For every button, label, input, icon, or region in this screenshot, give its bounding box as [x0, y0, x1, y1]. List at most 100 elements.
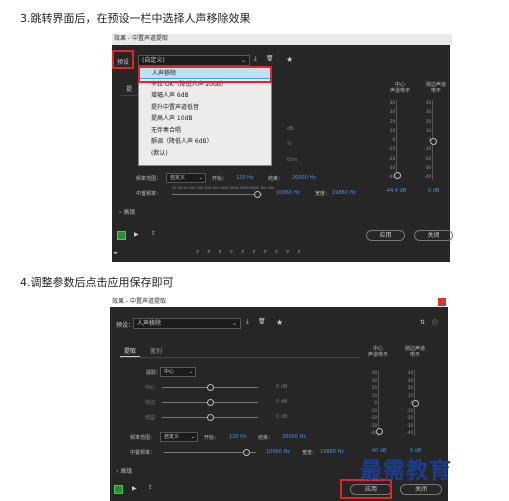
play-icon[interactable]: ▶ [134, 231, 139, 238]
zoom-controls[interactable]: ⌕ ⌕ ⌕ ⌕ ⌕ ⌕ ⌕ ⌕ ⌕ ⌕ [196, 248, 304, 256]
dialog1-center-freq-slider[interactable] [172, 194, 262, 195]
meter-tick-label: 20 [407, 385, 413, 390]
dialog1-start-value[interactable]: 120 Hz [236, 175, 254, 181]
dialog2-center-meter-handle[interactable] [376, 428, 383, 435]
dialog1-center-meter[interactable]: 40 30 20 10 0 -10 -20 -30 -40 [388, 100, 398, 180]
dialog2-extract-dropdown[interactable]: 中心 ⌄ [160, 367, 196, 377]
dialog2-freq-range-value: 自定义 [164, 434, 180, 440]
trash-icon[interactable]: 🗑 [258, 318, 266, 325]
dialog1-side-db: 0 dB [428, 188, 440, 194]
dialog2-row1-handle[interactable] [207, 384, 214, 391]
chevron-down-icon: ⌄ [188, 369, 193, 375]
dialog1-freq-range-value: 自定义 [170, 175, 186, 181]
meter-tick-label: -20 [370, 415, 377, 420]
star-icon[interactable]: ★ [276, 318, 283, 327]
menu-item-boost-center-bass[interactable]: 提升中置声道低音 [139, 102, 271, 114]
meter-tick-label: -40 [406, 430, 413, 435]
meter-tick-label: 30 [425, 109, 431, 115]
export-icon[interactable]: ⇪ [151, 230, 156, 237]
dialog1-center-db: -44.4 dB [385, 188, 407, 194]
dialog2-side-meter-label: 侧边声道 电平 [404, 346, 425, 358]
dialog2-tab-extract[interactable]: 提取 [124, 346, 136, 355]
download-icon[interactable]: ⤓ [254, 55, 257, 63]
dialog2-side-meter-handle[interactable] [412, 400, 419, 407]
power-icon[interactable] [114, 485, 123, 494]
power-icon[interactable] [117, 231, 126, 240]
dialog2-preset-dropdown[interactable]: 人声移除 ⌄ [133, 318, 241, 329]
dialog1-title: 效果 - 中置声道提取 [114, 35, 168, 42]
dialog1-freq-range-label: 频率范围： [136, 176, 162, 182]
chevron-down-icon: ⌄ [240, 57, 246, 64]
dialog2-start-value[interactable]: 120 Hz [229, 434, 247, 440]
chevron-down-icon: ⌄ [231, 320, 237, 327]
meter-tick-label: 40 [425, 100, 431, 105]
meter-tick-label: 0 [392, 137, 395, 142]
menu-item-boost-vocal-10db[interactable]: 提高人声 10dB [139, 113, 271, 125]
dialog1-tab-underline [120, 95, 140, 96]
dialog2-center-freq-value[interactable]: 10060 Hz [266, 449, 290, 455]
menu-item-boost-vocal-6db[interactable]: 增幅人声 6dB [139, 90, 271, 102]
dialog1-width-label: 宽度： [315, 191, 331, 197]
dialog2-row2-handle[interactable] [207, 399, 214, 406]
settings-icon[interactable]: ⇅ [420, 319, 425, 326]
meter-tick-label: -20 [424, 155, 431, 161]
meter-tick-label: -10 [424, 146, 431, 152]
dialog2-center-freq-handle[interactable] [243, 449, 250, 456]
trash-icon[interactable]: 🗑 [266, 55, 274, 62]
download-icon[interactable]: ⤓ [246, 318, 249, 326]
loop-icon[interactable]: ◂▸ [113, 250, 118, 256]
star-icon[interactable]: ★ [286, 55, 293, 64]
dialog2-close-button[interactable]: 关闭 [400, 484, 442, 495]
dialog1-preset-dropdown[interactable]: (自定义) ⌄ [138, 55, 250, 66]
info-icon[interactable]: ⓘ [432, 318, 438, 327]
export-icon[interactable]: ⇪ [148, 484, 153, 491]
dialog2-preset-value: 人声移除 [137, 320, 162, 327]
dialog1-freq-ticks: 20 30 50 100 200 300 500 1000 2000 3000 … [172, 186, 275, 190]
dialog1-center-freq-value[interactable]: 10060 Hz [276, 190, 300, 196]
chevron-down-icon: ⌄ [198, 175, 203, 181]
meter-tick-label: -10 [406, 407, 413, 413]
meter-tick-label: 20 [389, 118, 395, 124]
dialog1-center-freq-label: 中置频率： [136, 191, 162, 197]
dialog1-center-meter-handle[interactable] [394, 172, 401, 179]
meter-tick-label: 10 [407, 392, 413, 398]
step4-heading: 4.调整参数后点击应用保存即可 [20, 276, 174, 289]
meter-tick-label: -10 [370, 407, 377, 413]
dialog2-title: 效果 - 中置声道提取 [112, 298, 166, 305]
dialog1-freq-range-dropdown[interactable]: 自定义 ⌄ [166, 173, 206, 183]
close-icon[interactable] [438, 298, 446, 306]
meter-tick-label: 40 [407, 370, 413, 375]
dialog1-close-button[interactable]: 关闭 [414, 230, 453, 241]
dialog2-tab-discrimination[interactable]: 鉴别 [150, 346, 162, 355]
dialog1-menu-highlight [138, 66, 272, 83]
dialog2-freq-range-dropdown[interactable]: 自定义 ⌄ [160, 432, 198, 442]
meter-tick-label: 10 [371, 392, 377, 398]
dialog2-row3-handle[interactable] [207, 414, 214, 421]
meter-tick-label: 10 [425, 127, 431, 133]
dialog1-tab-extract[interactable]: 提 [126, 84, 132, 93]
meter-tick-label: 30 [371, 377, 377, 383]
dialog1-side-meter-handle[interactable] [430, 138, 437, 145]
menu-item-a-cappella[interactable]: 无伴奏合唱 [139, 125, 271, 137]
dialog2-end-value[interactable]: 20000 Hz [282, 434, 306, 440]
dialog2-width-value[interactable]: 19880 Hz [320, 449, 344, 455]
dialog2-preset-label: 预设： [116, 322, 135, 329]
meter-tick-label: 40 [371, 370, 377, 375]
dialog1-width-value[interactable]: 19880 Hz [332, 190, 356, 196]
menu-item-vibrato[interactable]: 颤调（降低人声 6dB） [139, 136, 271, 148]
menu-item-default[interactable]: (默认) [139, 148, 271, 160]
dialog1-advanced-toggle[interactable]: › 高级 [119, 207, 135, 216]
dialog2-center-meter[interactable]: 40 30 20 10 0 -10 -20 -30 -40 [370, 370, 380, 436]
meter-tick-label: 30 [389, 109, 395, 115]
play-icon[interactable]: ▶ [132, 485, 137, 492]
dialog1-center-freq-handle[interactable] [254, 191, 261, 198]
dialog1-unit-2: % [287, 141, 292, 147]
meter-tick-label: 20 [371, 385, 377, 390]
dialog1-apply-button[interactable]: 应用 [366, 230, 405, 241]
dialog2-advanced-toggle[interactable]: › 高级 [116, 466, 132, 475]
dialog1-titlebar: 效果 - 中置声道提取 [112, 34, 452, 45]
meter-tick-label: 20 [425, 118, 431, 124]
meter-tick-label: 0 [399, 400, 413, 405]
dialog2-start-label: 开始： [204, 435, 220, 441]
dialog1-end-value[interactable]: 20000 Hz [292, 175, 316, 181]
